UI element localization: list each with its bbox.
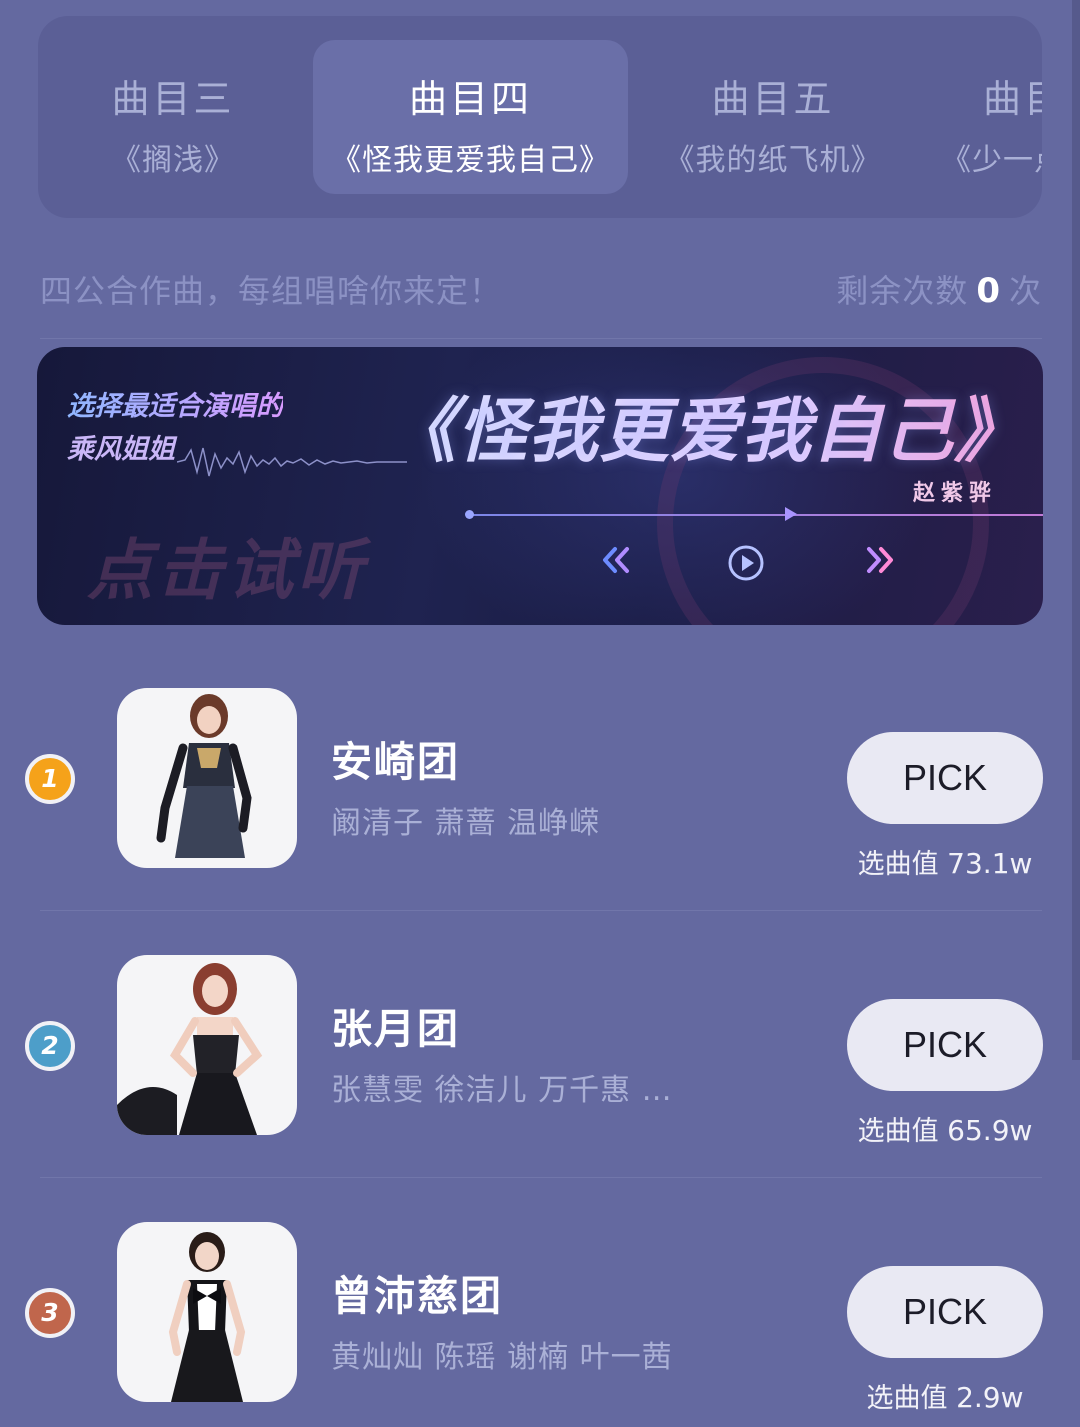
avatar — [117, 688, 297, 868]
remaining-label: 剩余次数 — [836, 272, 969, 310]
banner-song-title: 《怪我更爱我自己》 — [386, 375, 1025, 476]
vote-label: 选曲值 — [857, 1116, 939, 1147]
remaining-number: 0 — [976, 271, 1001, 311]
pick-button[interactable]: PICK — [847, 1266, 1043, 1358]
group-members: 黄灿灿 陈瑶 谢楠 叶一茜 — [331, 1340, 673, 1375]
vote-number: 2.9w — [956, 1381, 1024, 1414]
remaining-unit: 次 — [1008, 272, 1042, 310]
vote-label: 选曲值 — [857, 849, 939, 880]
rank-badge: 2 — [25, 1021, 75, 1071]
info-row: 四公合作曲，每组唱啥你来定！ 剩余次数 0 次 — [40, 266, 1042, 312]
fast-forward-icon[interactable] — [863, 543, 897, 577]
divider — [40, 338, 1042, 339]
soundwave-icon — [177, 447, 407, 477]
vote-value: 选曲值 2.9w — [847, 1376, 1043, 1415]
slogan-line-1: 选择最适合演唱的 — [67, 385, 283, 428]
avatar — [117, 1222, 297, 1402]
avatar — [117, 955, 297, 1135]
play-icon[interactable] — [727, 544, 765, 582]
song-title-text: 《怪我更爱我自己》 — [386, 389, 1025, 472]
group-name: 曾沛慈团 — [331, 1272, 503, 1320]
vote-number: 73.1w — [947, 847, 1033, 880]
progress-line — [469, 514, 1043, 516]
progress-dot — [465, 510, 474, 519]
group-name: 张月团 — [331, 1005, 460, 1053]
group-row: 3 曾沛慈团 黄灿灿 陈瑶 谢楠 叶一茜 PICK 选曲值 2.9w — [0, 0, 1080, 1414]
pick-button[interactable]: PICK — [847, 732, 1043, 824]
original-singer: 赵紫骅 — [912, 480, 997, 506]
divider — [40, 1177, 1042, 1178]
rewind-icon[interactable] — [599, 543, 633, 577]
divider — [40, 910, 1042, 911]
group-members: 张慧雯 徐洁儿 万千惠 … — [331, 1073, 673, 1108]
group-members: 阚清子 萧蔷 温峥嵘 — [331, 806, 601, 841]
song-preview-banner[interactable]: 选择最适合演唱的 乘风姐姐 点击试听 《怪我更爱我自己》 赵紫骅 — [37, 347, 1043, 625]
remaining-count: 剩余次数 0 次 — [836, 266, 1042, 312]
voting-tip: 四公合作曲，每组唱啥你来定！ — [40, 272, 503, 310]
listen-hint: 点击试听 — [87, 531, 367, 609]
group-name: 安崎团 — [331, 738, 460, 786]
progress-arrow-icon — [785, 507, 797, 521]
vote-value: 选曲值 65.9w — [847, 1109, 1043, 1148]
rank-badge: 1 — [25, 754, 75, 804]
vote-label: 选曲值 — [866, 1383, 948, 1414]
vote-value: 选曲值 73.1w — [847, 842, 1043, 881]
pick-button[interactable]: PICK — [847, 999, 1043, 1091]
rank-badge: 3 — [25, 1288, 75, 1338]
vote-number: 65.9w — [947, 1114, 1033, 1147]
